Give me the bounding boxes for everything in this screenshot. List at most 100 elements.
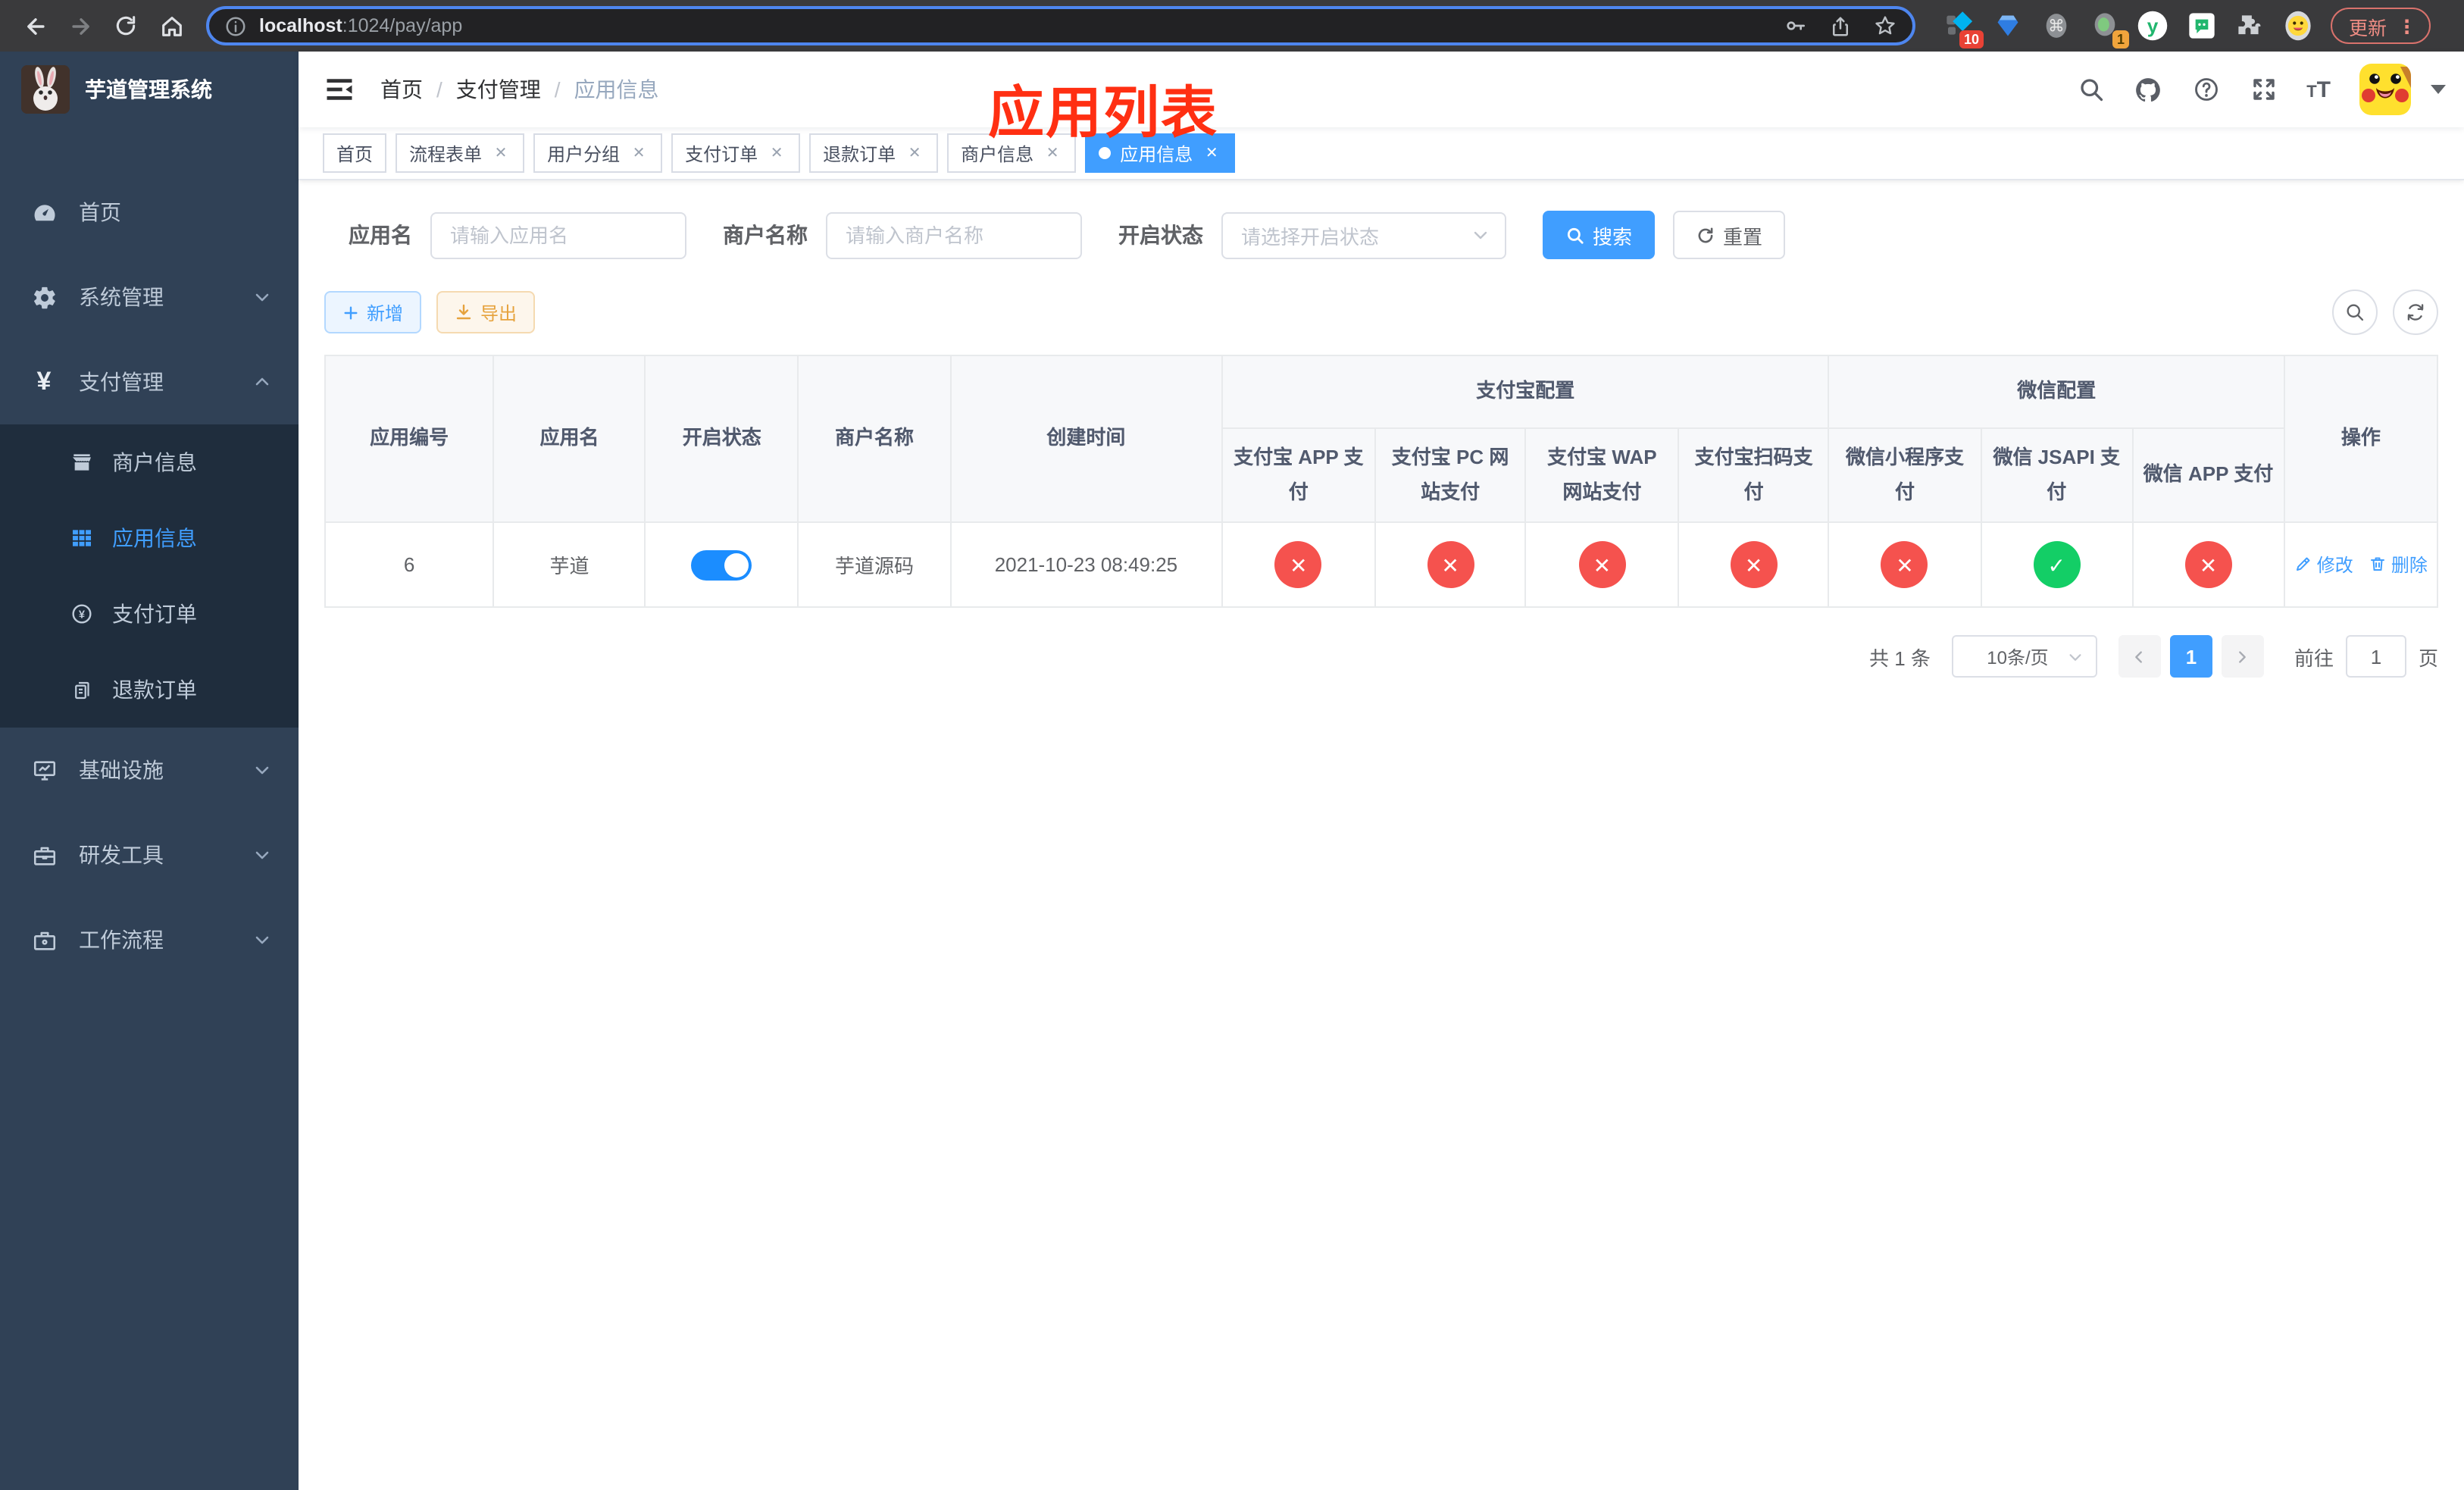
page-size-select[interactable]: 10条/页	[1951, 635, 2097, 678]
extension-badge: 1	[2112, 30, 2129, 48]
browser-forward-icon[interactable]	[61, 6, 100, 45]
share-icon[interactable]	[1829, 14, 1852, 37]
col-merchant: 商户名称	[797, 355, 952, 523]
tab-user-group[interactable]: 用户分组 ✕	[533, 133, 663, 173]
page-number-1[interactable]: 1	[2169, 635, 2212, 678]
cell-wechat-jsapi: ✓	[1980, 521, 2134, 608]
browser-menu-icon[interactable]: ⋮	[2397, 14, 2416, 37]
cell-operations: 修改 删除	[2283, 521, 2439, 608]
cell-merchant: 芋道源码	[797, 521, 952, 608]
github-icon[interactable]	[2134, 75, 2162, 104]
help-icon[interactable]	[2191, 75, 2220, 104]
search-button[interactable]: 搜索	[1543, 211, 1656, 259]
font-size-icon[interactable]: TT	[2306, 77, 2331, 102]
sidebar-item-app-info[interactable]: 应用信息	[0, 500, 299, 576]
breadcrumb-home[interactable]: 首页	[380, 74, 423, 105]
fullscreen-icon[interactable]	[2249, 75, 2278, 104]
pagination: 共 1 条 10条/页 1 前往 页	[324, 635, 2438, 678]
extension-chat-icon[interactable]	[2185, 10, 2217, 42]
header-search-icon[interactable]	[2076, 75, 2105, 104]
extension-command-icon[interactable]: ⌘	[2040, 10, 2072, 42]
extension-pin-icon[interactable]: 10	[1943, 10, 1984, 48]
extension-recorder-icon[interactable]: 1	[2088, 10, 2129, 48]
sidebar-item-label: 应用信息	[112, 526, 197, 550]
next-page-button[interactable]	[2221, 635, 2264, 678]
sidebar-item-infrastructure[interactable]: 基础设施	[0, 728, 299, 812]
svg-text:⌘: ⌘	[2047, 17, 2064, 36]
payment-submenu: 商户信息 应用信息 ¥ 支付订单 退款订单	[0, 424, 299, 728]
sidebar-item-refund-orders[interactable]: 退款订单	[0, 652, 299, 728]
breadcrumb: 首页 / 支付管理 / 应用信息	[380, 74, 659, 105]
refresh-icon	[1698, 227, 1713, 243]
sidebar-collapse-icon[interactable]	[323, 73, 356, 106]
pagination-total: 共 1 条	[1869, 646, 1931, 669]
browser-back-icon[interactable]	[15, 6, 55, 45]
cell-alipay-app: ✕	[1221, 521, 1376, 608]
pay-order-icon: ¥	[70, 602, 94, 626]
app-logo-rabbit	[21, 65, 70, 114]
merchant-icon	[70, 450, 94, 474]
refresh-table-button[interactable]	[2393, 290, 2438, 335]
cell-app-name: 芋道	[492, 521, 646, 608]
sidebar-item-pay-orders[interactable]: ¥ 支付订单	[0, 576, 299, 652]
download-icon	[456, 304, 471, 320]
tab-process-form[interactable]: 流程表单 ✕	[396, 133, 525, 173]
breadcrumb-separator: /	[436, 77, 442, 102]
tab-close-icon[interactable]: ✕	[767, 143, 786, 163]
prev-page-button[interactable]	[2118, 635, 2161, 678]
add-button[interactable]: 新增	[324, 291, 422, 333]
edit-link[interactable]: 修改	[2294, 552, 2353, 578]
goto-page-input[interactable]	[2345, 635, 2406, 678]
cell-app-id: 6	[324, 521, 495, 608]
browser-reload-icon[interactable]	[106, 6, 145, 45]
delete-trash-icon	[2370, 558, 2384, 571]
browser-home-icon[interactable]	[152, 6, 191, 45]
infrastructure-icon	[30, 756, 58, 784]
extensions-puzzle-icon[interactable]	[2234, 10, 2265, 42]
tab-close-icon[interactable]: ✕	[629, 143, 649, 163]
extension-gem-icon[interactable]	[1991, 10, 2023, 42]
merchant-name-input[interactable]	[826, 211, 1082, 258]
table-toolbar: 新增 导出	[324, 290, 2438, 335]
site-info-icon[interactable]	[224, 14, 247, 37]
password-key-icon[interactable]	[1784, 14, 1808, 38]
tab-close-icon[interactable]: ✕	[491, 143, 511, 163]
merchant-name-label: 商户名称	[723, 223, 808, 247]
app-grid-icon	[70, 526, 94, 550]
plus-icon	[344, 305, 358, 319]
cell-created: 2021-10-23 08:49:25	[949, 521, 1223, 608]
sidebar-item-system[interactable]: 系统管理	[0, 255, 299, 340]
app-name-input[interactable]	[430, 211, 686, 258]
bookmark-star-icon[interactable]	[1873, 14, 1897, 38]
reset-button[interactable]: 重置	[1673, 211, 1786, 259]
tab-pay-orders[interactable]: 支付订单 ✕	[671, 133, 801, 173]
delete-link[interactable]: 删除	[2369, 552, 2428, 578]
tab-label: 流程表单	[409, 143, 483, 164]
avatar-dropdown-caret[interactable]	[2431, 85, 2446, 94]
user-avatar[interactable]	[2359, 64, 2411, 115]
address-bar[interactable]: localhost:1024/pay/app	[206, 6, 1915, 45]
toggle-knob	[724, 552, 749, 577]
tab-home[interactable]: 首页	[323, 133, 387, 173]
sidebar-item-devtools[interactable]: 研发工具	[0, 812, 299, 897]
config-status-icon: ✕	[1730, 541, 1778, 588]
system-title: 芋道管理系统	[85, 77, 212, 102]
profile-smiley-icon[interactable]	[2282, 10, 2314, 42]
sidebar-item-payment[interactable]: ¥ 支付管理	[0, 340, 299, 424]
enabled-toggle[interactable]	[691, 549, 752, 580]
extension-yudao-icon[interactable]: y	[2137, 10, 2169, 42]
sidebar-item-merchant-info[interactable]: 商户信息	[0, 424, 299, 500]
tab-close-icon[interactable]: ✕	[905, 143, 924, 163]
chevron-up-icon	[255, 377, 269, 386]
tab-label: 用户分组	[547, 143, 621, 164]
breadcrumb-payment[interactable]: 支付管理	[456, 74, 541, 105]
show-search-toggle-button[interactable]	[2332, 290, 2378, 335]
export-button[interactable]: 导出	[436, 291, 536, 333]
status-select[interactable]: 请选择开启状态	[1221, 211, 1506, 258]
sidebar-item-workflow[interactable]: 工作流程	[0, 897, 299, 982]
tab-refund-orders[interactable]: 退款订单 ✕	[809, 133, 939, 173]
sidebar-logo-row[interactable]: 芋道管理系统	[0, 52, 299, 127]
browser-update-button[interactable]: 更新 ⋮	[2331, 8, 2431, 44]
browser-toolbar: localhost:1024/pay/app 10 ⌘ 1 y 更新 ⋮	[0, 0, 2464, 52]
sidebar-item-home[interactable]: 首页	[0, 170, 299, 255]
